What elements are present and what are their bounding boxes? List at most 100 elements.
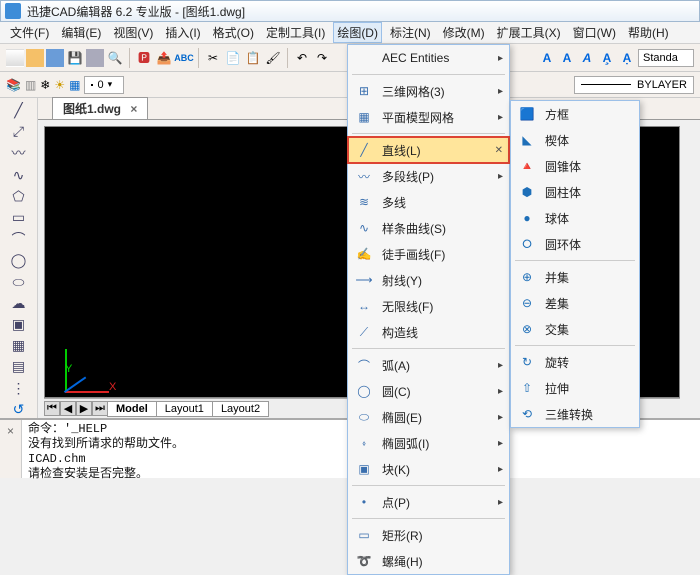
layer-manager-icon[interactable]: 📚 [6,78,21,92]
menu-item-point[interactable]: •点(P)▸ [348,489,509,515]
axis-y-label: Y [65,363,72,375]
menu-item-spiral[interactable]: ➰螺绳(H) [348,548,509,574]
menu-modify[interactable]: 修改(M) [439,22,489,43]
layer-color-icon[interactable]: ▦ [69,78,80,92]
menu-item-xline[interactable]: ↔无限线(F) [348,293,509,319]
menu-dimension[interactable]: 标注(N) [386,22,435,43]
print-icon[interactable] [86,49,104,67]
menu-item-line[interactable]: ╱直线(L)✕ [348,137,509,163]
submenu-item-rotate3d[interactable]: ↻旋转 [511,349,639,375]
undo-icon[interactable]: ↶ [293,49,311,67]
submenu-arrow-icon: ▸ [498,53,503,64]
menu-item-ellipse[interactable]: ⬭椭圆(E)▸ [348,404,509,430]
export-icon[interactable]: 📤 [155,49,173,67]
menu-item-mline[interactable]: ≋多线 [348,189,509,215]
region-tool-icon[interactable]: ▤ [10,358,28,375]
spline-tool-icon[interactable]: ∿ [10,166,28,183]
text-a4-icon[interactable]: Ạ [618,49,636,67]
polygon-tool-icon[interactable]: ⬠ [10,188,28,205]
command-close-icon[interactable]: × [0,420,22,478]
insert-tool-icon[interactable]: ▣ [10,316,28,333]
text-a3-icon[interactable]: A̧ [598,49,616,67]
text-a2-icon[interactable]: A [558,49,576,67]
menu-help[interactable]: 帮助(H) [624,22,673,43]
menu-draw[interactable]: 绘图(D) [333,22,382,43]
tab-nav-next-icon[interactable]: ▶ [76,401,92,416]
cut-icon[interactable]: ✂ [204,49,222,67]
menu-item-spline[interactable]: ∿样条曲线(S) [348,215,509,241]
xline-tool-icon[interactable]: ⤢ [10,123,28,140]
submenu-item-wedge[interactable]: ◣楔体 [511,127,639,153]
menu-item-freehand[interactable]: ✍徒手画线(F) [348,241,509,267]
tab-layout2[interactable]: Layout2 [212,401,269,417]
copy-icon[interactable]: 📄 [224,49,242,67]
submenu-item-torus[interactable]: ⭘圆环体 [511,231,639,257]
revcloud-tool-icon[interactable]: ☁ [10,295,28,312]
menu-format[interactable]: 格式(O) [209,22,258,43]
menu-edit[interactable]: 编辑(E) [57,22,105,43]
save-icon[interactable] [46,49,64,67]
text-a-icon[interactable]: A [538,49,556,67]
menu-item-rect[interactable]: ▭矩形(R) [348,522,509,548]
menu-item-mesh3d[interactable]: ⊞三维网格(3)▸ [348,78,509,104]
submenu-item-sphere[interactable]: ●球体 [511,205,639,231]
style-combo[interactable]: Standa [638,49,694,67]
tab-model[interactable]: Model [107,401,157,417]
submenu-item-cone[interactable]: 🔺圆锥体 [511,153,639,179]
menu-item-conline[interactable]: ⟋构造线 [348,319,509,345]
text-ai-icon[interactable]: A [578,49,596,67]
tab-nav-first-icon[interactable]: ⏮ [44,401,60,416]
redo-icon[interactable]: ↷ [313,49,331,67]
ellipse-tool-icon[interactable]: ⬭ [10,273,28,290]
linetype-combo[interactable]: BYLAYER [574,76,694,94]
preview-icon[interactable]: 🔍 [106,49,124,67]
menu-view[interactable]: 视图(V) [109,22,157,43]
tab-layout1[interactable]: Layout1 [156,401,213,417]
layer-prev-icon[interactable]: ☀ [54,78,65,92]
draw-toolbar-vertical: ╱ ⤢ 〰 ∿ ⬠ ▭ ⌒ ◯ ⬭ ☁ ▣ ▦ ▤ ⋮ ↺ [0,98,38,418]
matchprop-icon[interactable]: 🖌 [264,49,282,67]
menu-express[interactable]: 扩展工具(X) [493,22,565,43]
menu-item-arc[interactable]: ⌒弧(A)▸ [348,352,509,378]
menu-item-aec[interactable]: AEC Entities▸ [348,45,509,71]
menu-item-ray[interactable]: ⟶射线(Y) [348,267,509,293]
menu-item-ellarc[interactable]: ⬫椭圆弧(I)▸ [348,430,509,456]
pline-tool-icon[interactable]: 〰 [10,144,28,162]
line-tool-icon[interactable]: ╱ [10,102,28,119]
menu-file[interactable]: 文件(F) [6,22,53,43]
close-icon[interactable]: × [130,102,137,116]
spellcheck-icon[interactable]: ABC [175,49,193,67]
pdf-icon[interactable]: 🅿 [135,49,153,67]
submenu-item-intersect[interactable]: ⊗交集 [511,316,639,342]
menu-item-circle[interactable]: ◯圆(C)▸ [348,378,509,404]
menu-insert[interactable]: 插入(I) [161,22,204,43]
arc-tool-icon[interactable]: ⌒ [10,230,28,248]
saveall-icon[interactable]: 💾 [66,49,84,67]
menu-item-pline[interactable]: 〰多段线(P)▸ [348,163,509,189]
open-icon[interactable] [26,49,44,67]
separator [287,48,288,68]
tab-nav-prev-icon[interactable]: ◀ [60,401,76,416]
menu-tools[interactable]: 定制工具(I) [262,22,329,43]
paste-icon[interactable]: 📋 [244,49,262,67]
submenu-item-convert3d[interactable]: ⟲三维转换 [511,401,639,427]
submenu-item-union[interactable]: ⊕并集 [511,264,639,290]
layer-states-icon[interactable]: ❄ [40,78,50,92]
circle-tool-icon[interactable]: ◯ [10,252,28,269]
new-icon[interactable] [6,49,24,67]
menu-item-pmesh[interactable]: ▦平面模型网格▸ [348,104,509,130]
submenu-item-subtract[interactable]: ⊖差集 [511,290,639,316]
submenu-item-box[interactable]: 🟦方框 [511,101,639,127]
swap-tool-icon[interactable]: ↺ [10,401,28,418]
menu-item-block[interactable]: ▣块(K)▸ [348,456,509,482]
submenu-item-extrude[interactable]: ⇧拉伸 [511,375,639,401]
point-tool-icon[interactable]: ⋮ [10,380,28,397]
rectangle-tool-icon[interactable]: ▭ [10,209,28,226]
doc-tab[interactable]: 图纸1.dwg × [52,97,148,119]
hatch-tool-icon[interactable]: ▦ [10,337,28,354]
submenu-item-cyl[interactable]: ⬢圆柱体 [511,179,639,205]
menu-window[interactable]: 窗口(W) [569,22,620,43]
tab-nav-last-icon[interactable]: ⏭ [92,401,108,416]
layer-props-icon[interactable]: ▥ [25,78,36,92]
layer-combo[interactable]: 0 ▾ [84,76,124,94]
